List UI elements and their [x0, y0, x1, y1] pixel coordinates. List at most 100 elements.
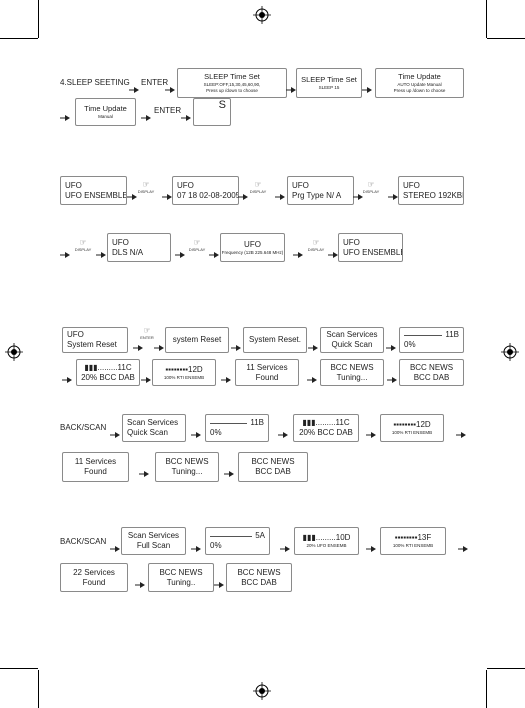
screen-line: 20% BCC DAB [81, 372, 135, 382]
screen-line: Scan Services [127, 531, 180, 540]
screen-line: 07 18 02-08-2005 [177, 190, 239, 200]
screen-line: Tuning.. [166, 577, 196, 587]
lcd-screen-box: Scan Services Quick Scan [122, 414, 186, 442]
pointing-hand-icon: ☞ [142, 180, 150, 189]
display-button-step: ☞ DISPLAY [245, 181, 271, 197]
screen-line: Time Update [84, 104, 127, 113]
lcd-screen-box: ▪▪▪▪▪▪▪▪12D 100% RTI ENSEMB [380, 414, 444, 442]
manual-page: 4.SLEEP SEETING ENTER SLEEP Time Set SLEEP:… [0, 0, 525, 708]
right-arrow-icon [280, 539, 290, 552]
screen-line: BCC NEWS [159, 567, 203, 577]
display-button-step: ☞ DISPLAY [184, 239, 210, 255]
right-arrow-icon [366, 539, 376, 552]
crop-mark [487, 38, 525, 39]
screen-line: BCC DAB [413, 372, 450, 382]
lcd-screen-box: BCC NEWS Tuning... [155, 452, 219, 482]
lcd-screen-box: UFO UFO ENSEMBLE [338, 233, 403, 262]
enter-label: ENTER [154, 106, 182, 115]
channel-code: 11B [445, 330, 459, 339]
screen-line: UFO [343, 237, 360, 247]
right-arrow-icon [278, 425, 288, 438]
screen-line: UFO [65, 180, 82, 190]
crop-mark [38, 670, 39, 708]
right-arrow-icon [328, 245, 338, 258]
screen-line: STEREO 192KBPS [403, 190, 463, 200]
lcd-screen-box: UFO UFO ENSEMBLE [60, 176, 127, 205]
lcd-screen-box: ▮▮▮.........11C 20% BCC DAB [76, 359, 140, 386]
right-arrow-icon [191, 539, 201, 552]
screen-line: Tuning... [171, 467, 203, 476]
registration-mark-icon [253, 682, 271, 700]
crop-mark [487, 668, 525, 669]
button-label: DISPLAY [249, 189, 267, 194]
screen-line: ▮▮▮.........10D [302, 533, 351, 542]
registration-mark-icon [253, 6, 271, 24]
lcd-screen-box: system Reset [165, 327, 229, 353]
screen-line: Quick Scan [331, 340, 373, 349]
button-label: DISPLAY [362, 189, 380, 194]
lcd-screen-box: SLEEP Time Set SLEEP 15 [296, 68, 362, 98]
channel-code: 11B [250, 418, 264, 427]
right-arrow-icon [307, 370, 317, 383]
lcd-screen-box: 22 Services Found [60, 563, 128, 592]
screen-line: ▮▮▮.........11C [302, 418, 350, 427]
screen-line: 0% [404, 340, 416, 349]
screen-line: UFO ENSEMBLE [343, 247, 403, 257]
crop-mark [0, 668, 38, 669]
right-arrow-icon [387, 370, 397, 383]
pointing-hand-icon: ☞ [143, 326, 151, 335]
lcd-screen-box: UFO DLS N/A [107, 233, 171, 262]
right-arrow-icon [60, 245, 70, 258]
back-scan-label: BACK/SCAN [60, 423, 107, 432]
screen-line: SLEEP Time Set [204, 72, 260, 81]
screen-line: S [218, 99, 226, 111]
button-label: DISPLAY [188, 247, 206, 252]
screen-line: Found [82, 577, 106, 587]
right-arrow-icon [141, 108, 151, 121]
screen-line: Found [84, 467, 107, 476]
screen-line: 0% [210, 541, 222, 550]
right-arrow-icon [224, 464, 234, 477]
button-label: DISPLAY [137, 189, 155, 194]
lcd-screen-box: UFO System Reset [62, 327, 128, 353]
screen-line: UFO [177, 180, 194, 190]
right-arrow-icon [308, 338, 318, 351]
screen-line: BCC DAB [255, 467, 291, 476]
right-arrow-icon [214, 575, 224, 588]
screen-line: ▪▪▪▪▪▪▪▪12D [393, 420, 431, 429]
screen-line: ▪▪▪▪▪▪▪▪13F [394, 533, 432, 542]
screen-line: Tuning... [336, 372, 368, 382]
progress-line: 5A [210, 531, 265, 541]
pointing-hand-icon: ☞ [79, 238, 87, 247]
screen-line: SLEEP Time Set [301, 75, 357, 84]
pointing-hand-icon: ☞ [254, 180, 262, 189]
screen-line: Press up /down to choose [393, 88, 446, 93]
display-button-step: ☞ DISPLAY [133, 181, 159, 197]
lcd-screen-box: S [193, 98, 231, 126]
right-arrow-icon [110, 425, 120, 438]
right-arrow-icon [458, 539, 468, 552]
right-arrow-icon [191, 425, 201, 438]
lcd-screen-box: BCC NEWS BCC DAB [238, 452, 308, 482]
lcd-screen-box: ▮▮▮.........10D 20% UFO ENSEMB [294, 527, 359, 555]
right-arrow-icon [456, 425, 466, 438]
progress-rule [210, 535, 253, 537]
lcd-screen-box: System Reset. [243, 327, 307, 353]
screen-line: UFO ENSEMBLE [65, 190, 127, 200]
screen-line: system Reset [172, 335, 222, 344]
screen-line: 100% RTI ENSEMB [392, 543, 434, 548]
lcd-screen-box: 5A 0% [205, 527, 270, 555]
right-arrow-icon [209, 245, 219, 258]
screen-line: BCC NEWS [237, 567, 281, 577]
right-arrow-icon [96, 245, 106, 258]
display-button-step: ☞ DISPLAY [70, 239, 96, 255]
right-arrow-icon [139, 464, 149, 477]
screen-line: Time Update [398, 72, 441, 81]
right-arrow-icon [62, 370, 72, 383]
screen-line: BCC NEWS [330, 362, 374, 372]
crop-mark [486, 670, 487, 708]
crop-mark [38, 0, 39, 38]
right-arrow-icon [386, 338, 396, 351]
channel-code: 5A [255, 531, 265, 540]
screen-line: 22 Services [73, 567, 115, 577]
